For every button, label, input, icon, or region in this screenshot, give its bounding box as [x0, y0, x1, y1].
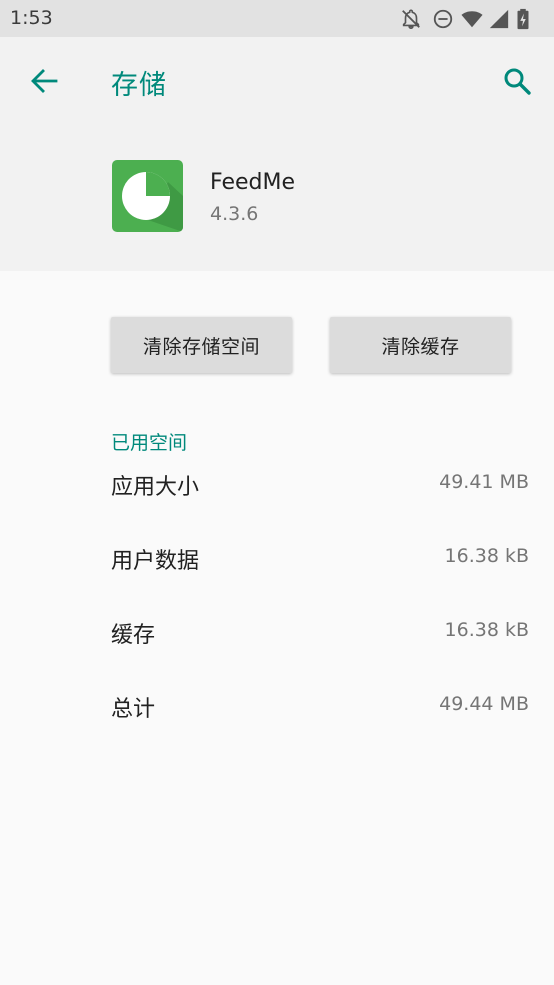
app-version: 4.3.6	[210, 203, 259, 225]
do-not-disturb-icon	[433, 9, 453, 29]
storage-row-total: 总计 49.44 MB	[111, 691, 529, 731]
space-used-section-title: 已用空间	[111, 432, 188, 454]
storage-row-cache: 缓存 16.38 kB	[111, 617, 529, 657]
storage-row-app-size: 应用大小 49.41 MB	[111, 469, 529, 509]
storage-row-label: 总计	[111, 697, 156, 722]
signal-icon	[489, 9, 509, 29]
back-button[interactable]	[22, 61, 66, 101]
search-button[interactable]	[496, 61, 540, 101]
storage-row-label: 缓存	[111, 623, 156, 648]
storage-row-label: 应用大小	[111, 475, 200, 500]
app-header: 存储 FeedMe 4.3.6	[0, 37, 554, 271]
search-icon	[504, 68, 531, 95]
status-bar: 1:53	[0, 0, 554, 37]
storage-row-value: 16.38 kB	[444, 545, 529, 567]
arrow-back-icon	[31, 69, 58, 93]
storage-row-value: 49.41 MB	[439, 471, 529, 493]
status-time: 1:53	[10, 7, 53, 29]
pie-chart-app-icon	[112, 160, 183, 232]
page-title: 存储	[111, 70, 167, 101]
storage-row-label: 用户数据	[111, 549, 200, 574]
app-name: FeedMe	[210, 170, 296, 195]
clear-storage-button[interactable]: 清除存储空间	[111, 317, 292, 373]
app-icon	[112, 160, 183, 232]
battery-charging-icon	[517, 8, 529, 30]
wifi-icon	[461, 11, 483, 28]
storage-row-value: 49.44 MB	[439, 693, 529, 715]
storage-row-user-data: 用户数据 16.38 kB	[111, 543, 529, 583]
storage-row-value: 16.38 kB	[444, 619, 529, 641]
clear-cache-button[interactable]: 清除缓存	[330, 317, 511, 373]
notifications-off-icon	[402, 9, 420, 29]
